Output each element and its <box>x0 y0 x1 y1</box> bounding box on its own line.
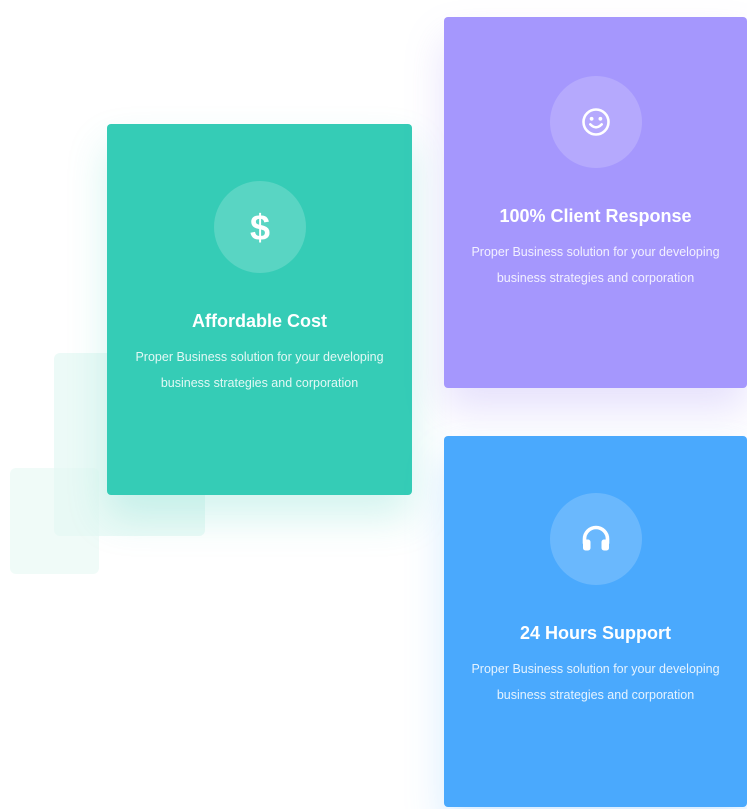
feature-card-client-response: 100% Client Response Proper Business sol… <box>444 17 747 388</box>
dollar-icon: $ <box>213 181 306 273</box>
card-title: Affordable Cost <box>192 311 327 331</box>
decorative-square-small <box>10 468 99 574</box>
headphones-icon <box>549 493 642 585</box>
card-title: 24 Hours Support <box>519 623 671 643</box>
feature-card-24-hours-support: 24 Hours Support Proper Business solutio… <box>444 436 747 807</box>
card-description: Proper Business solution for your develo… <box>471 662 720 702</box>
feature-card-affordable-cost: $ Affordable Cost Proper Business soluti… <box>107 124 412 495</box>
card-description: Proper Business solution for your develo… <box>471 245 720 285</box>
svg-text:$: $ <box>249 207 269 247</box>
smiley-icon <box>549 76 642 168</box>
card-title: 100% Client Response <box>499 206 692 226</box>
card-description: Proper Business solution for your develo… <box>135 350 384 390</box>
